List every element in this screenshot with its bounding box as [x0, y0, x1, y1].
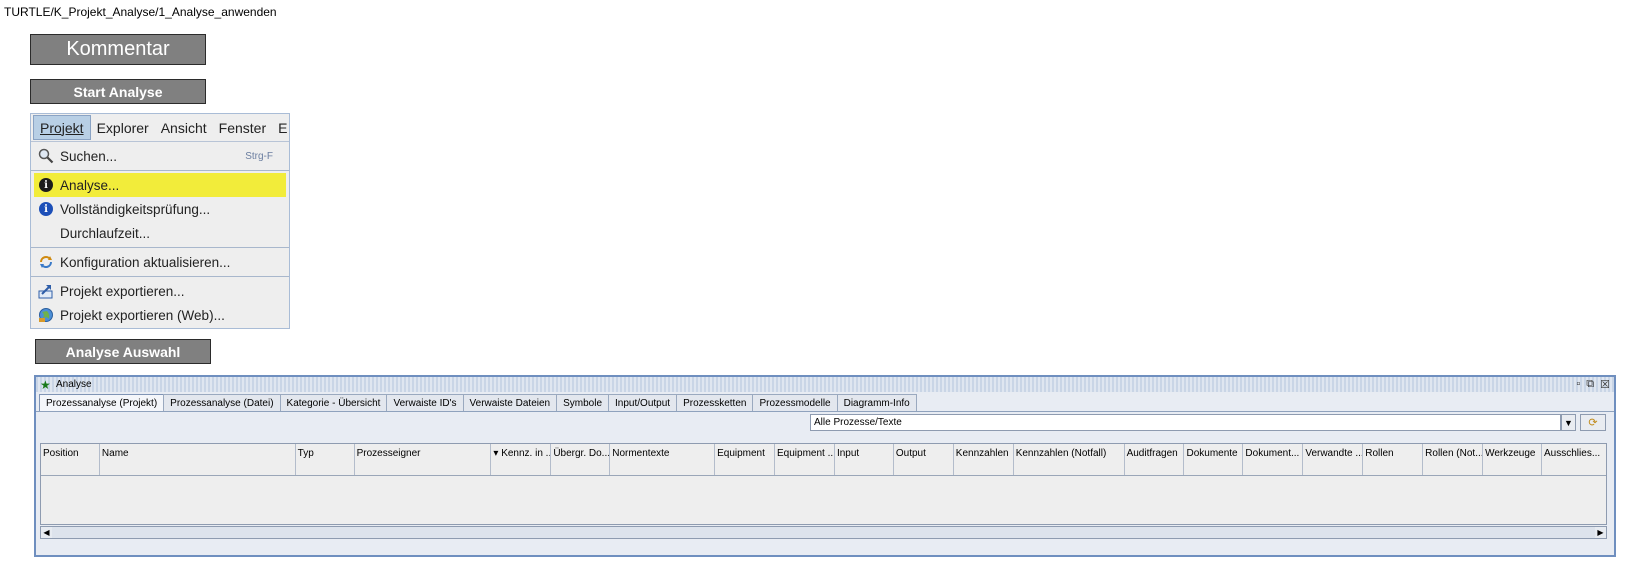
refresh-icon: [37, 254, 55, 270]
column-header[interactable]: ▾ Kennz. in ...: [491, 444, 552, 475]
menu-explorer[interactable]: Explorer: [91, 116, 155, 139]
refresh-button[interactable]: ⟳: [1580, 414, 1606, 431]
menu-ansicht[interactable]: Ansicht: [155, 116, 213, 139]
tab-prozessketten[interactable]: Prozessketten: [676, 394, 754, 411]
menu-item-projekt-exportieren-label: Projekt exportieren...: [60, 283, 185, 299]
analyse-auswahl-button[interactable]: Analyse Auswahl: [35, 339, 211, 364]
menu-item-projekt-exportieren-web[interactable]: Projekt exportieren (Web)...: [31, 303, 289, 327]
minimize-icon[interactable]: ▫: [1576, 378, 1580, 391]
tab-kategorie-uebersicht[interactable]: Kategorie - Übersicht: [279, 394, 388, 411]
chevron-down-icon[interactable]: ▼: [1561, 414, 1576, 431]
column-header[interactable]: Prozesseigner: [355, 444, 492, 475]
filter-bar: Alle Prozesse/Texte ▼ ⟳: [36, 412, 1614, 434]
column-header[interactable]: Name: [100, 444, 296, 475]
column-header[interactable]: Kennzahlen: [954, 444, 1014, 475]
menu-item-analyse[interactable]: i Analyse...: [34, 173, 286, 197]
menu-item-analyse-label: Analyse...: [60, 177, 120, 193]
column-header[interactable]: Dokumente: [1184, 444, 1244, 475]
info-icon: i: [37, 201, 55, 217]
analyse-table: Position Name Typ Prozesseigner ▾ Kennz.…: [40, 443, 1607, 525]
window-titlebar: ★ Analyse ▫ ⧉ ☒: [36, 377, 1614, 392]
shortcut-text: Strg-F: [245, 150, 273, 162]
column-header[interactable]: Rollen: [1363, 444, 1424, 475]
filter-select[interactable]: Alle Prozesse/Texte: [810, 414, 1561, 431]
export-icon: [37, 283, 55, 299]
menu-explorer-label: Explorer: [96, 119, 149, 136]
menu-item-durchlaufzeit-label: Durchlaufzeit...: [60, 225, 151, 241]
menu-e[interactable]: E: [272, 116, 289, 139]
maximize-icon[interactable]: ⧉: [1586, 378, 1594, 391]
scroll-left-icon[interactable]: ◀: [41, 527, 52, 538]
menu-item-vollstaendigkeitspruefung-label: Vollständigkeitsprüfung...: [60, 201, 211, 217]
column-header[interactable]: Ausschlies...: [1542, 444, 1606, 475]
column-header[interactable]: Equipment ...: [775, 444, 835, 475]
tab-prozessmodelle[interactable]: Prozessmodelle: [752, 394, 838, 411]
globe-icon: [37, 307, 55, 323]
menu-projekt[interactable]: Projekt: [33, 115, 91, 140]
projekt-menu: Projekt Explorer Ansicht Fenster E Suche…: [30, 113, 290, 329]
column-header[interactable]: Kennzahlen (Notfall): [1014, 444, 1125, 475]
search-icon: [37, 148, 55, 164]
info-icon: i: [37, 177, 55, 193]
column-header[interactable]: Equipment: [715, 444, 776, 475]
menu-e-label: E: [278, 119, 288, 136]
menu-ansicht-label: Ansicht: [160, 119, 207, 136]
tab-diagramm-info[interactable]: Diagramm-Info: [836, 394, 917, 411]
analyse-tabs: Prozessanalyse (Projekt) Prozessanalyse …: [36, 394, 1614, 412]
close-icon[interactable]: ☒: [1600, 378, 1610, 391]
column-header[interactable]: Output: [894, 444, 954, 475]
menu-item-vollstaendigkeitspruefung[interactable]: i Vollständigkeitsprüfung...: [31, 197, 289, 221]
tab-symbole[interactable]: Symbole: [556, 394, 610, 411]
kommentar-button[interactable]: Kommentar: [30, 34, 206, 65]
separator: [31, 170, 289, 171]
menu-projekt-label: Projekt: [40, 119, 84, 136]
start-analyse-button[interactable]: Start Analyse: [30, 79, 206, 104]
column-header[interactable]: Input: [835, 444, 894, 475]
column-header[interactable]: Übergr. Do...: [551, 444, 611, 475]
menu-item-durchlaufzeit[interactable]: Durchlaufzeit...: [31, 221, 289, 245]
column-header[interactable]: Dokument...: [1243, 444, 1304, 475]
tab-prozessanalyse-datei[interactable]: Prozessanalyse (Datei): [163, 394, 281, 411]
menu-fenster[interactable]: Fenster: [213, 116, 272, 139]
menu-item-projekt-exportieren-web-label: Projekt exportieren (Web)...: [60, 307, 225, 323]
tab-verwaiste-ids[interactable]: Verwaiste ID's: [386, 394, 464, 411]
tab-input-output[interactable]: Input/Output: [608, 394, 678, 411]
column-header[interactable]: Typ: [296, 444, 355, 475]
menu-fenster-label: Fenster: [218, 119, 267, 136]
menu-item-suchen-label: Suchen...: [60, 148, 118, 164]
menu-item-konfiguration-label: Konfiguration aktualisieren...: [60, 254, 231, 270]
column-header[interactable]: Normentexte: [610, 444, 716, 475]
column-header[interactable]: Position: [41, 444, 100, 475]
window-title: Analyse: [56, 379, 92, 390]
column-header[interactable]: Werkzeuge: [1483, 444, 1543, 475]
menu-item-konfiguration[interactable]: Konfiguration aktualisieren...: [31, 250, 289, 274]
menu-item-suchen[interactable]: Suchen... Strg-F: [31, 144, 289, 168]
table-header: Position Name Typ Prozesseigner ▾ Kennz.…: [41, 444, 1606, 476]
tab-prozessanalyse-projekt[interactable]: Prozessanalyse (Projekt): [39, 394, 165, 411]
menubar: Projekt Explorer Ansicht Fenster E: [31, 114, 289, 142]
tab-verwaiste-dateien[interactable]: Verwaiste Dateien: [462, 394, 558, 411]
separator: [31, 247, 289, 248]
separator: [31, 276, 289, 277]
horizontal-scrollbar[interactable]: ◀ ▶: [40, 526, 1607, 539]
column-header[interactable]: Rollen (Not...: [1423, 444, 1484, 475]
menu-item-projekt-exportieren[interactable]: Projekt exportieren...: [31, 279, 289, 303]
analyse-window: ★ Analyse ▫ ⧉ ☒ Prozessanalyse (Projekt)…: [34, 375, 1616, 557]
breadcrumb: TURTLE/K_Projekt_Analyse/1_Analyse_anwen…: [4, 5, 277, 19]
column-header[interactable]: Auditfragen: [1125, 444, 1185, 475]
star-icon: ★: [40, 377, 51, 392]
scroll-right-icon[interactable]: ▶: [1595, 527, 1606, 538]
column-header[interactable]: Verwandte ...: [1303, 444, 1364, 475]
